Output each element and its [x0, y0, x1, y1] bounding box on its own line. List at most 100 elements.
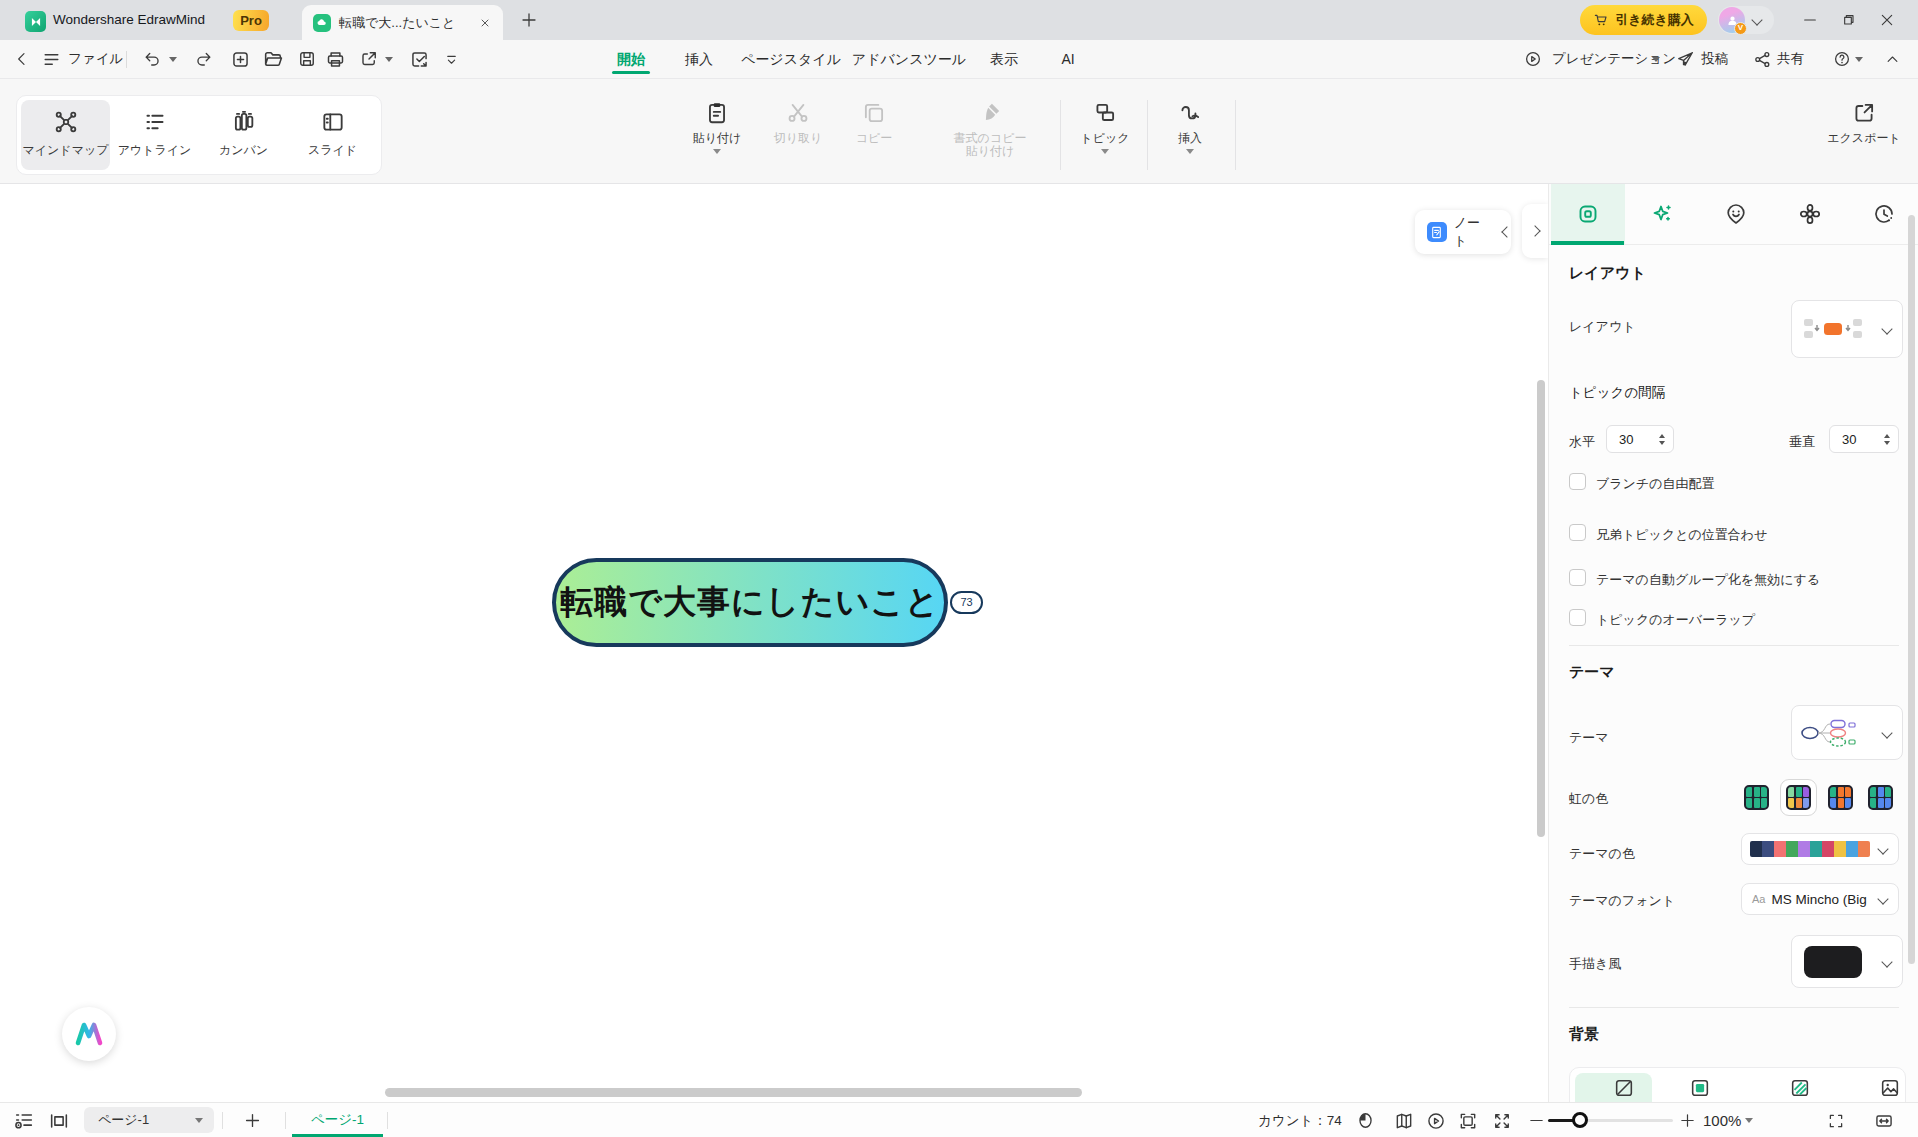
- horizontal-spacing-input[interactable]: 30: [1606, 425, 1674, 453]
- close-tab-icon[interactable]: [479, 17, 491, 29]
- hand-drawn-select[interactable]: [1791, 935, 1903, 988]
- page-panel-icon[interactable]: [48, 1103, 70, 1137]
- fullscreen-icon[interactable]: [1827, 1103, 1845, 1137]
- horizontal-scrollbar[interactable]: [385, 1088, 1082, 1097]
- rainbow-option-1[interactable]: [1744, 785, 1769, 810]
- format-panel: レイアウト レイアウト トピックの間隔 水平 30 垂直 30 ブランチの自由配…: [1548, 184, 1918, 1102]
- tab-insert[interactable]: 挿入: [685, 40, 713, 78]
- background-image[interactable]: [1879, 1077, 1901, 1099]
- collapse-panel-tab[interactable]: [1522, 204, 1548, 258]
- rainbow-option-3[interactable]: [1828, 785, 1853, 810]
- share-dropdown-icon[interactable]: [385, 40, 393, 78]
- close-window-button[interactable]: [1879, 0, 1895, 40]
- tab-page-style[interactable]: ページスタイル: [741, 40, 841, 78]
- new-tab-button[interactable]: [520, 11, 538, 29]
- layout-select[interactable]: [1791, 300, 1903, 358]
- post-icon[interactable]: [1676, 40, 1695, 78]
- continue-purchase-button[interactable]: 引き続き購入: [1580, 5, 1707, 35]
- print-button[interactable]: [325, 40, 346, 78]
- restore-button[interactable]: [1840, 0, 1856, 40]
- minimize-button[interactable]: [1802, 0, 1818, 40]
- collapse-toolbar-icon[interactable]: [444, 40, 459, 78]
- play-presentation-icon[interactable]: [1426, 1103, 1446, 1137]
- map-overview-icon[interactable]: [1394, 1103, 1414, 1137]
- panel-tab-flower[interactable]: [1773, 184, 1847, 244]
- zoom-in-button[interactable]: [1679, 1103, 1696, 1137]
- undo-dropdown-icon[interactable]: [169, 40, 177, 78]
- panel-tab-ai-style[interactable]: [1625, 184, 1699, 244]
- vertical-scrollbar[interactable]: [1537, 380, 1545, 837]
- checkbox-free-branch[interactable]: [1569, 473, 1586, 490]
- view-kanban[interactable]: カンバン: [199, 100, 288, 170]
- checkbox-topic-overlap[interactable]: [1569, 609, 1586, 626]
- export-button[interactable]: エクスポート: [1821, 100, 1907, 145]
- zoom-slider-knob[interactable]: [1572, 1112, 1588, 1128]
- mouse-mode-icon[interactable]: [1356, 1103, 1375, 1137]
- theme-select[interactable]: [1791, 705, 1903, 760]
- zoom-dropdown-icon[interactable]: [1745, 1103, 1753, 1137]
- theme-color-select[interactable]: [1741, 833, 1899, 865]
- checkbox-disable-auto-group[interactable]: [1569, 569, 1586, 586]
- view-mindmap[interactable]: マインドマップ: [21, 100, 110, 170]
- panel-tab-sticker[interactable]: [1699, 184, 1773, 244]
- panel-tab-layout[interactable]: [1551, 184, 1625, 244]
- checkbox-sibling-align[interactable]: [1569, 524, 1586, 541]
- stepper-arrows[interactable]: [1659, 434, 1665, 445]
- fit-width-icon[interactable]: [1874, 1103, 1894, 1137]
- background-none[interactable]: [1613, 1077, 1635, 1099]
- page-tab[interactable]: ページ-1: [292, 1103, 383, 1136]
- stepper-arrows[interactable]: [1884, 434, 1890, 445]
- rainbow-option-2[interactable]: [1786, 785, 1811, 810]
- zoom-slider-track[interactable]: [1548, 1119, 1673, 1122]
- note-button[interactable]: ノート: [1415, 210, 1511, 254]
- page-select[interactable]: ページ-1: [84, 1107, 214, 1133]
- expand-canvas-icon[interactable]: [1492, 1103, 1512, 1137]
- document-icon: [313, 14, 331, 32]
- outline-map-icon[interactable]: [13, 1103, 35, 1137]
- back-button[interactable]: [14, 40, 30, 78]
- save-button[interactable]: [297, 40, 317, 78]
- insert-dropdown-icon[interactable]: [1186, 149, 1194, 154]
- task-check-button[interactable]: [409, 40, 430, 78]
- focus-mode-icon[interactable]: [1458, 1103, 1478, 1137]
- redo-button[interactable]: [194, 40, 213, 78]
- add-page-button[interactable]: [243, 1103, 262, 1137]
- central-topic[interactable]: 転職で大事にしたいこと: [552, 558, 948, 647]
- view-slide[interactable]: スライド: [288, 100, 377, 170]
- paste-button[interactable]: 貼り付け: [674, 100, 760, 154]
- help-dropdown-icon[interactable]: [1855, 40, 1863, 78]
- share-nodes-icon[interactable]: [1753, 40, 1772, 78]
- topic-dropdown-icon[interactable]: [1101, 149, 1109, 154]
- tab-view[interactable]: 表示: [990, 40, 1018, 78]
- undo-button[interactable]: [143, 40, 162, 78]
- share-file-button[interactable]: [359, 40, 379, 78]
- background-pattern[interactable]: [1789, 1077, 1811, 1099]
- open-file-button[interactable]: [262, 40, 284, 78]
- topic-count-badge[interactable]: 73: [950, 591, 983, 614]
- rainbow-option-4[interactable]: [1868, 785, 1893, 810]
- account-menu[interactable]: V: [1718, 6, 1774, 34]
- zoom-out-button[interactable]: [1528, 1103, 1545, 1137]
- main-menu-icon[interactable]: [42, 40, 61, 78]
- background-solid-color[interactable]: [1689, 1077, 1711, 1099]
- vertical-spacing-input[interactable]: 30: [1829, 425, 1899, 453]
- paste-dropdown-icon[interactable]: [713, 149, 721, 154]
- panel-scrollbar[interactable]: [1908, 215, 1915, 964]
- help-icon[interactable]: [1833, 40, 1851, 78]
- new-file-button[interactable]: [230, 40, 251, 78]
- tab-advanced-tools[interactable]: アドバンスツール: [852, 40, 966, 78]
- document-tab[interactable]: 転職で大...たいこと: [302, 5, 503, 40]
- topic-button[interactable]: トピック: [1062, 100, 1148, 154]
- file-menu[interactable]: ファイル: [68, 40, 123, 78]
- zoom-value[interactable]: 100%: [1703, 1103, 1741, 1137]
- post-button[interactable]: 投稿: [1701, 40, 1728, 78]
- presentation-icon[interactable]: [1524, 40, 1542, 78]
- view-outline[interactable]: アウトライン: [110, 100, 199, 170]
- collapse-ribbon-icon[interactable]: [1885, 40, 1900, 78]
- tab-ai[interactable]: AI: [1061, 40, 1074, 78]
- presentation-dropdown-icon[interactable]: [1652, 40, 1660, 78]
- theme-font-select[interactable]: Aa MS Mincho (Big: [1741, 883, 1899, 915]
- canvas[interactable]: 転職で大事にしたいこと 73 ノート: [0, 184, 1548, 1102]
- insert-button[interactable]: 挿入: [1147, 100, 1233, 154]
- share-button[interactable]: 共有: [1777, 40, 1804, 78]
